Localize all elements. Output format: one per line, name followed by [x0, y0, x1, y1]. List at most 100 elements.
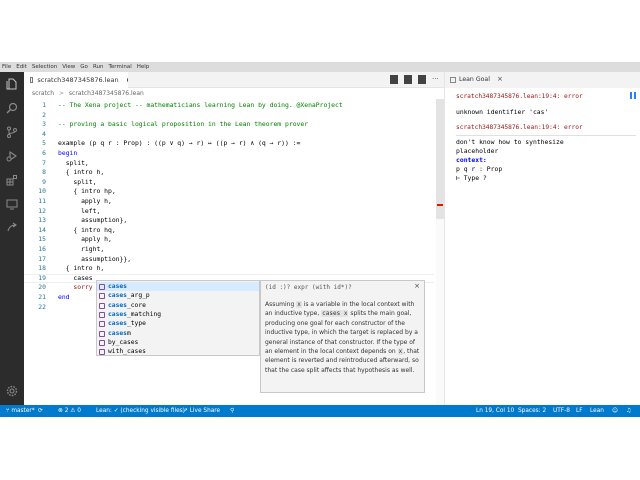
end-of-line[interactable]: LF [576, 405, 583, 417]
line-number: 10 [38, 187, 46, 196]
menu-item-go[interactable]: Go [80, 64, 88, 70]
code-line: 1 -- The Xena project -- mathematicians l… [24, 101, 434, 111]
search-icon[interactable] [6, 102, 18, 114]
pause-icon[interactable] [630, 92, 637, 99]
extensions-icon[interactable] [6, 174, 18, 186]
menu-item-edit[interactable]: Edit [16, 64, 27, 70]
menu-item-run[interactable]: Run [93, 64, 104, 70]
match-text: cases [108, 329, 127, 337]
explorer-icon[interactable] [6, 78, 18, 90]
error-message: unknown identifier 'cas' [456, 108, 549, 116]
code-line: 12 left, [24, 207, 434, 217]
suggestion-item[interactable]: cases_arg_p [97, 291, 259, 300]
line-number: 20 [38, 283, 46, 292]
notifications-icon[interactable]: ♫ [626, 405, 631, 417]
line-text: apply h, [58, 235, 112, 244]
suggestion-item[interactable]: with_cases [97, 347, 259, 356]
line-number: 13 [38, 216, 46, 225]
keyword-icon [99, 330, 105, 337]
suggestion-item[interactable]: cases [97, 282, 259, 292]
breadcrumb-file[interactable]: scratch3487345876.lean [69, 90, 144, 97]
line-number: 19 [38, 273, 46, 282]
line-number: 16 [38, 245, 46, 253]
problems-status[interactable]: ⊗ 2 ⚠ 0 [58, 405, 81, 417]
suggestion-item[interactable]: cases_matching [97, 310, 259, 319]
lean-toggle-icon[interactable] [404, 75, 412, 84]
line-number: 4 [42, 129, 46, 138]
line-number: 3 [42, 120, 46, 129]
autocomplete-list[interactable]: cases cases_arg_p cases_core cases_matching… [96, 280, 260, 356]
line-number: 9 [42, 177, 46, 186]
live-share-icon[interactable] [6, 222, 18, 234]
source-control-icon[interactable] [6, 126, 18, 138]
lean-goal-panel: scratch3487345876.lean:19:4: error unkno… [444, 88, 640, 405]
breadcrumb-folder[interactable]: scratch [32, 90, 54, 97]
suggestion-text: _arg_p [126, 292, 150, 300]
more-actions-icon[interactable]: ··· [432, 75, 440, 84]
keyword-icon [99, 284, 105, 290]
code-line: 10 { intro hp, [24, 187, 434, 197]
line-text: cases [58, 273, 93, 282]
error-location-link[interactable]: scratch3487345876.lean:19:4: error [456, 93, 583, 100]
menu-item-terminal[interactable]: Terminal [108, 64, 131, 70]
code-line: 2 [24, 111, 434, 121]
menu-item-help[interactable]: Help [137, 64, 150, 70]
autocomplete-details: (id :)? expr (with id*)? × Assuming x is… [260, 280, 425, 393]
menu-bar: File Edit Selection View Go Run Terminal Help [0, 62, 640, 72]
run-debug-icon[interactable] [6, 150, 18, 162]
code-line: 15 apply h, [24, 235, 434, 245]
warning-count: 0 [77, 408, 81, 414]
keyword-icon [99, 339, 105, 346]
unsaved-dot-icon[interactable] [126, 78, 128, 82]
code-line: 17 assumption}}, [24, 255, 434, 265]
close-icon[interactable]: × [414, 282, 420, 290]
menu-item-selection[interactable]: Selection [32, 64, 57, 70]
settings-gear-icon[interactable] [6, 385, 18, 397]
suggestion-text: by_cases [108, 338, 139, 346]
lean-file-icon [30, 77, 34, 83]
scrollbar-thumb[interactable] [436, 99, 444, 219]
suggestion-item[interactable]: cases_type [97, 319, 259, 328]
indentation[interactable]: Spaces: 2 [518, 405, 546, 417]
editor-actions: ··· [384, 75, 440, 84]
branch-status[interactable]: ⑂ master* [6, 405, 35, 417]
suggestion-item[interactable]: by_cases [97, 338, 259, 347]
line-number: 2 [42, 110, 46, 119]
line-number: 1 [42, 101, 46, 109]
line-text: assumption}}, [58, 254, 132, 263]
remote-explorer-icon[interactable] [6, 198, 18, 210]
split-editor-icon[interactable] [418, 75, 426, 84]
context-label: context: [456, 156, 487, 164]
goal: ⊢ Type ? [456, 174, 487, 182]
keyword-icon [99, 311, 105, 318]
suggestion-item[interactable]: cases_core [97, 301, 259, 310]
language-mode[interactable]: Lean [590, 405, 604, 417]
broadcast-icon[interactable]: ⚲ [230, 405, 234, 417]
lean-infoview-icon[interactable] [390, 75, 398, 84]
close-icon[interactable]: × [497, 75, 503, 83]
menu-item-file[interactable]: File [2, 64, 11, 70]
error-icon: ⊗ [58, 408, 65, 414]
editor-scrollbar[interactable] [436, 99, 444, 405]
encoding[interactable]: UTF-8 [553, 405, 570, 417]
live-share-status[interactable]: ↗ Live Share [183, 405, 220, 417]
inline-code: cases x [321, 310, 349, 318]
editor-tab-bar: scratch3487345876.lean ··· [24, 72, 444, 88]
line-text: example (p q r : Prop) : ((p ∨ q) → r) ↔… [58, 139, 301, 148]
error-location-link[interactable]: scratch3487345876.lean:19:4: error [456, 124, 583, 131]
cursor-position[interactable]: Ln 19, Col 10 [476, 405, 514, 417]
line-text: { intro hq, [58, 225, 116, 234]
tab-scratch-lean[interactable]: scratch3487345876.lean [24, 72, 128, 88]
menu-item-view[interactable]: View [62, 64, 75, 70]
error-message: placeholder [456, 147, 499, 155]
match-text: cases [108, 301, 127, 309]
live-share-label: Live Share [189, 408, 221, 414]
warning-icon: ⚠ [68, 408, 78, 414]
suggestion-item[interactable]: casesm [97, 329, 259, 338]
lean-status[interactable]: Lean: ✓ (checking visible files) [96, 405, 185, 417]
line-number: 11 [38, 197, 46, 205]
feedback-icon[interactable]: ☺ [612, 405, 618, 417]
line-text: right, [58, 245, 105, 253]
sync-icon[interactable]: ⟳ [38, 405, 43, 417]
tab-lean-goal[interactable]: Lean Goal [459, 76, 490, 83]
